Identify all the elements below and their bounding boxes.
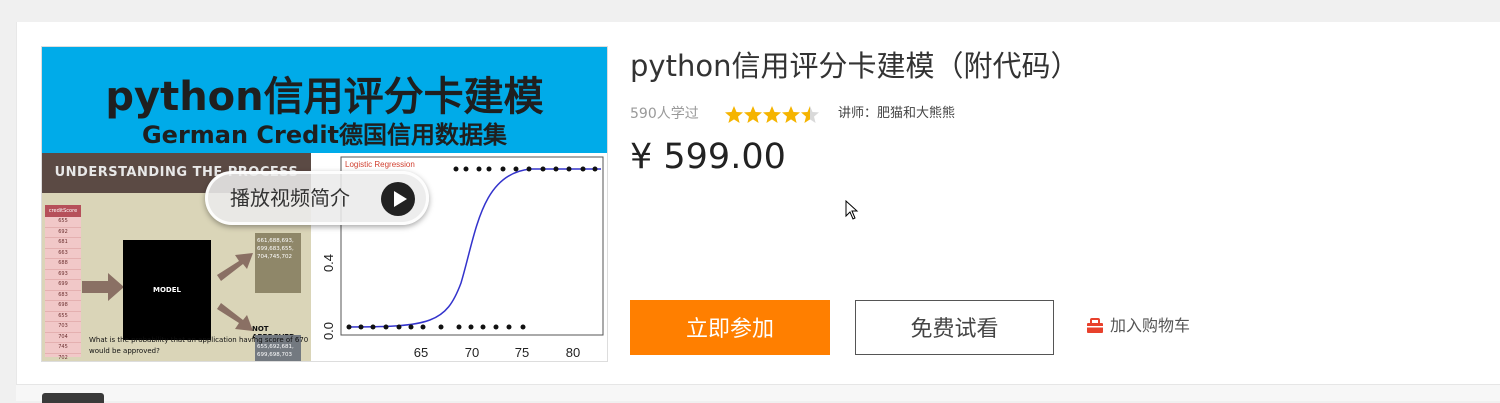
course-title: python信用评分卡建模（附代码） (630, 49, 1080, 83)
score-cell: 704 (45, 333, 81, 343)
model-box: MODEL (123, 240, 211, 340)
score-column-header: creditScore (45, 205, 81, 217)
score-cell: 693 (45, 270, 81, 280)
thumbnail-banner: python信用评分卡建模 German Credit德国信用数据集 (42, 47, 607, 153)
score-cell: 703 (45, 322, 81, 333)
thumbnail-subtitle: German Credit德国信用数据集 (141, 121, 508, 149)
add-to-cart-label: 加入购物车 (1110, 316, 1191, 335)
score-cell: 681 (45, 238, 81, 249)
rating-stars-icon (725, 106, 819, 123)
play-icon (381, 182, 415, 216)
free-trial-button[interactable]: 免费试看 (855, 300, 1054, 355)
down-right-arrow-icon (217, 303, 253, 331)
approved-scores: 661,688,693, 699,683,655, 704,745,702 (255, 233, 301, 293)
thumbnail-title: python信用评分卡建模 (105, 74, 544, 120)
next-section-divider (16, 384, 1500, 401)
y-tick: 0.0 (321, 322, 336, 340)
score-cell: 702 (45, 354, 81, 362)
score-cell: 692 (45, 228, 81, 238)
plot-legend: Logistic Regression (345, 160, 415, 169)
play-video-label: 播放视频简介 (230, 186, 350, 210)
instructor[interactable]: 讲师：肥猫和大熊熊 (838, 103, 955, 125)
course-price: ¥ 599.00 (630, 137, 786, 177)
score-cell: 655 (45, 217, 81, 228)
play-video-button[interactable]: 播放视频简介 (205, 171, 429, 225)
y-tick: 0.4 (321, 254, 336, 272)
probability-question: What is the probability that an applicat… (89, 336, 309, 355)
course-video-thumbnail[interactable]: python信用评分卡建模 German Credit德国信用数据集 UNDER… (41, 46, 608, 362)
score-cell: 683 (45, 291, 81, 301)
join-course-button[interactable]: 立即参加 (630, 300, 830, 355)
learner-count: 590人学过 (630, 106, 699, 122)
x-tick: 70 (465, 345, 479, 360)
score-cell: 663 (45, 249, 81, 259)
up-right-arrow-icon (217, 253, 253, 281)
x-tick: 80 (566, 345, 580, 360)
x-tick: 65 (414, 345, 428, 360)
next-item-thumbnail (42, 393, 104, 403)
score-cell: 698 (45, 301, 81, 312)
right-arrow-icon (82, 273, 124, 301)
score-column: creditScore 655 692 681 663 688 693 699 683 698 6… (45, 205, 81, 361)
score-cell: 745 (45, 343, 81, 354)
score-cell: 655 (45, 312, 81, 322)
score-cell: 688 (45, 259, 81, 270)
mouse-cursor-icon (845, 200, 859, 220)
x-tick: 75 (515, 345, 529, 360)
shopping-bag-icon (1087, 318, 1103, 333)
score-cell: 699 (45, 280, 81, 291)
